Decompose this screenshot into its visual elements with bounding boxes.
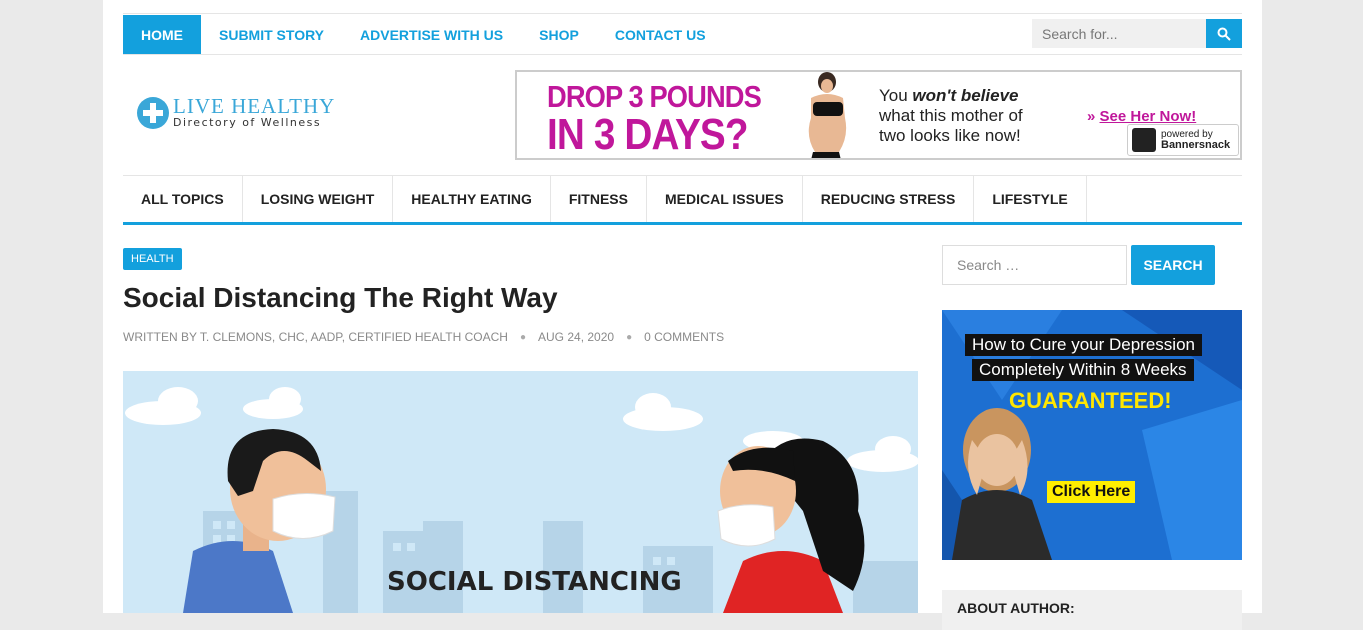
banner-text-emphasis: won't believe [912,86,1019,105]
search-icon [1217,27,1231,41]
sidebar-search: Search … SEARCH [942,245,1215,285]
ad-line2: Completely Within 8 Weeks [972,359,1194,381]
mainnav-medical-issues[interactable]: MEDICAL ISSUES [647,176,803,222]
article-comments[interactable]: 0 COMMENTS [644,330,724,344]
category-tag[interactable]: HEALTH [123,248,182,270]
sidebar-search-button[interactable]: SEARCH [1131,245,1215,285]
topnav-submit-story[interactable]: SUBMIT STORY [201,15,342,54]
mainnav-healthy-eating[interactable]: HEALTHY EATING [393,176,551,222]
about-author-heading: ABOUT AUTHOR: [942,590,1242,630]
header-banner-ad[interactable]: DROP 3 POUNDS IN 3 DAYS? You won't belie… [515,70,1242,160]
article-author[interactable]: WRITTEN BY T. CLEMONS, CHC, AADP, CERTIF… [123,330,508,344]
powered-by-brand: Bannersnack [1161,139,1231,151]
site-logo[interactable]: LIVE HEALTHY Directory of Wellness [137,96,335,130]
banner-headline-line1: DROP 3 POUNDS [547,79,762,114]
logo-tagline: Directory of Wellness [173,116,322,129]
mainnav-fitness[interactable]: FITNESS [551,176,647,222]
mainnav-all-topics[interactable]: ALL TOPICS [123,176,243,222]
top-bar: HOME SUBMIT STORY ADVERTISE WITH US SHOP… [123,13,1242,55]
mainnav-lifestyle[interactable]: LIFESTYLE [974,176,1087,222]
sidebar-search-input[interactable]: Search … [942,245,1127,285]
woman-image [808,72,847,158]
sidebar-ad[interactable]: How to Cure your Depression Completely W… [942,310,1242,560]
banner-cta-label: See Her Now! [1099,108,1197,125]
bannersnack-icon [1132,128,1156,152]
mainnav-reducing-stress[interactable]: REDUCING STRESS [803,176,975,222]
meta-separator: ● [519,331,527,343]
banner-cta[interactable]: » See Her Now! [1087,108,1196,125]
banner-headline-line2: IN 3 DAYS? [547,110,749,159]
meta-separator: ● [626,331,633,343]
top-search-input[interactable]: Search for... [1032,19,1206,48]
banner-text-line2: what this mother of [879,106,1023,125]
logo-title: LIVE HEALTHY [173,94,336,118]
image-caption: SOCIAL DISTANCING [387,567,682,597]
topnav-advertise[interactable]: ADVERTISE WITH US [342,15,521,54]
article-title: Social Distancing The Right Way [123,282,558,313]
topnav-shop[interactable]: SHOP [521,15,597,54]
article-date[interactable]: AUG 24, 2020 [538,330,614,344]
banner-headline: DROP 3 POUNDS IN 3 DAYS? [547,79,762,159]
main-nav: ALL TOPICS LOSING WEIGHT HEALTHY EATING … [123,175,1242,225]
banner-cta-arrow: » [1087,108,1100,125]
top-search: Search for... [1032,19,1242,48]
ad-line1: How to Cure your Depression [965,334,1202,356]
banner-text-you: You [879,86,913,105]
page: HOME SUBMIT STORY ADVERTISE WITH US SHOP… [103,0,1262,630]
banner-body-text: You won't believe what this mother of tw… [879,86,1023,146]
article-meta: WRITTEN BY T. CLEMONS, CHC, AADP, CERTIF… [123,330,724,344]
banner-text-line3: two looks like now! [879,126,1021,145]
bannersnack-badge[interactable]: powered by Bannersnack [1127,124,1239,156]
topnav-home[interactable]: HOME [123,15,201,54]
featured-image: SOCIAL DISTANCING [123,371,918,613]
ad-guarantee: GUARANTEED! [1009,388,1172,413]
medical-cross-icon [137,97,169,129]
topnav-contact[interactable]: CONTACT US [597,15,724,54]
mainnav-losing-weight[interactable]: LOSING WEIGHT [243,176,394,222]
ad-click-button[interactable]: Click Here [1047,481,1136,503]
top-search-button[interactable] [1206,19,1242,48]
